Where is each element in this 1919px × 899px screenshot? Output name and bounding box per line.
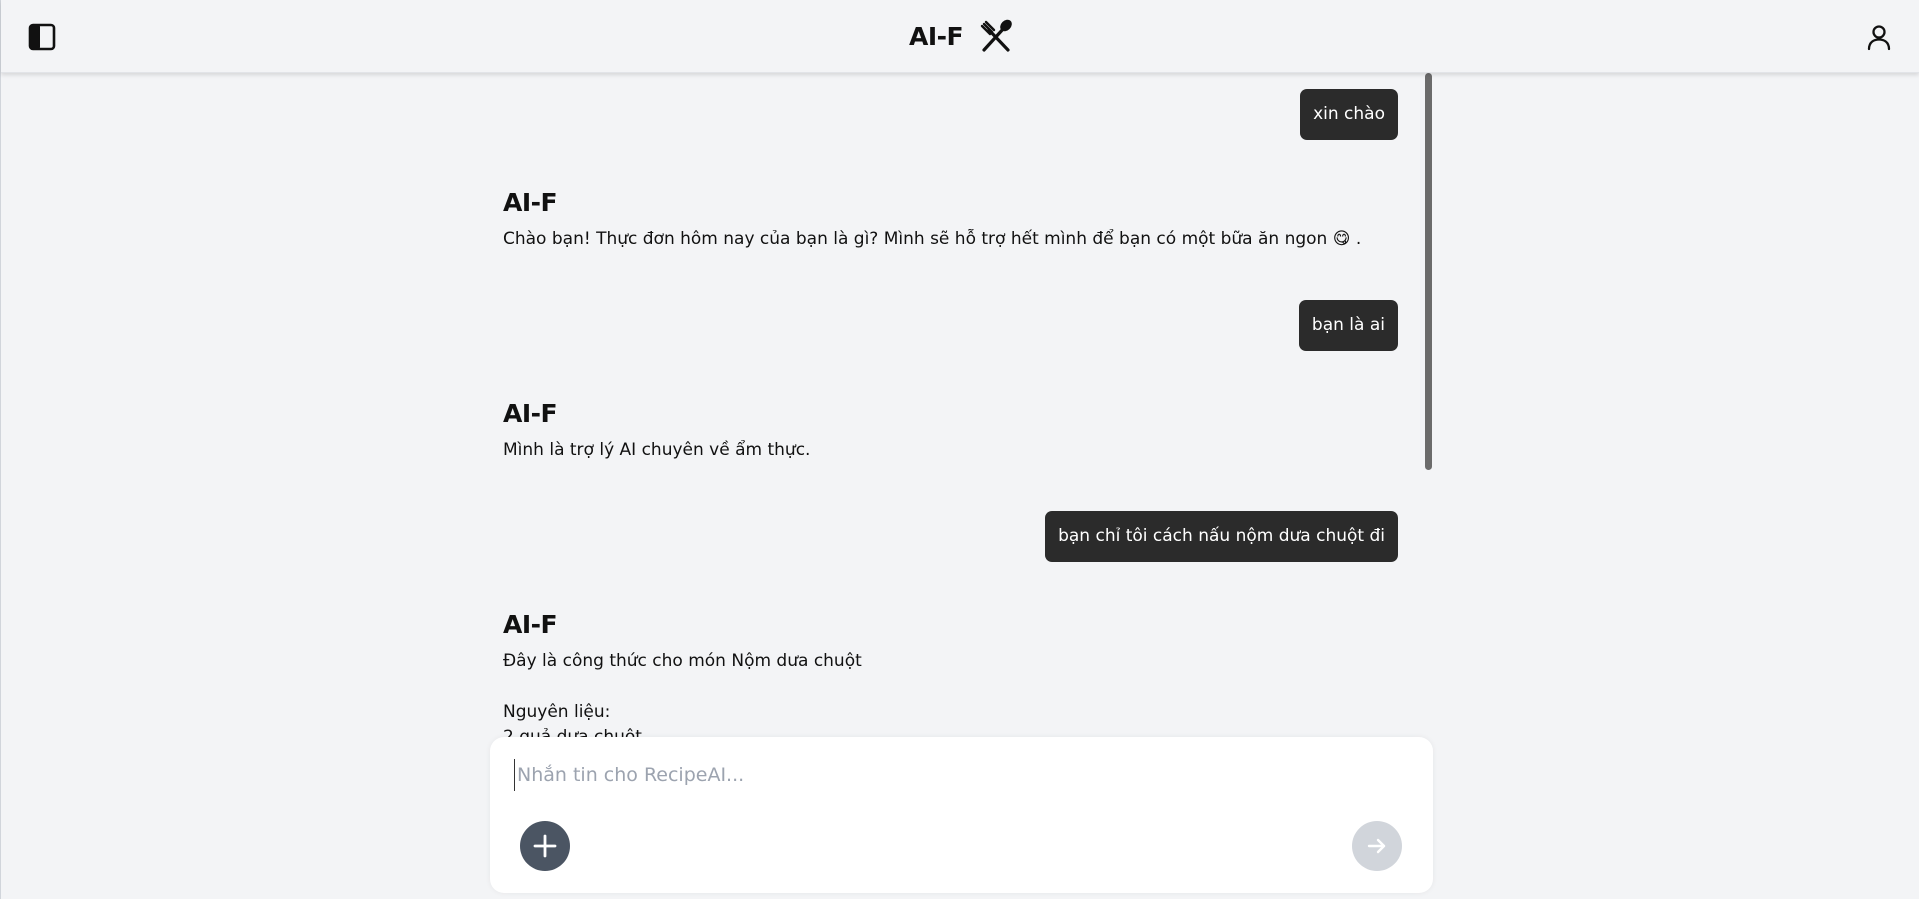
assistant-message-line: Nguyên liệu: [503,702,611,722]
user-message: bạn chỉ tôi cách nấu nộm dưa chuột đi [1045,511,1398,562]
sidebar-panel-icon [28,23,56,51]
assistant-message: Mình là trợ lý AI chuyên về ẩm thực. [503,440,811,460]
assistant-name: AI-F [503,188,558,217]
sidebar-toggle-button[interactable] [28,23,56,51]
add-attachment-button[interactable] [520,821,570,871]
assistant-message: Chào bạn! Thực đơn hôm nay của bạn là gì… [503,229,1362,249]
top-bar: AI-F [1,0,1919,73]
brand: AI-F [909,14,1015,58]
chat-thread[interactable]: xin chào AI-F Chào bạn! Thực đơn hôm nay… [491,72,1433,742]
chat-scrollbar[interactable] [1425,73,1432,470]
user-message: bạn là ai [1298,300,1398,351]
assistant-name: AI-F [503,399,558,428]
user-account-button[interactable] [1863,21,1895,53]
message-composer [490,737,1433,893]
message-input[interactable] [514,759,1397,791]
send-button[interactable] [1352,821,1402,871]
user-icon [1867,25,1891,51]
app-title: AI-F [909,21,964,51]
fork-spoon-icon [977,17,1015,55]
plus-icon [533,834,557,858]
assistant-message-line: Đây là công thức cho món Nộm dưa chuột [503,651,862,671]
assistant-name: AI-F [503,610,558,639]
arrow-right-icon [1367,838,1386,854]
user-message: xin chào [1300,89,1398,140]
